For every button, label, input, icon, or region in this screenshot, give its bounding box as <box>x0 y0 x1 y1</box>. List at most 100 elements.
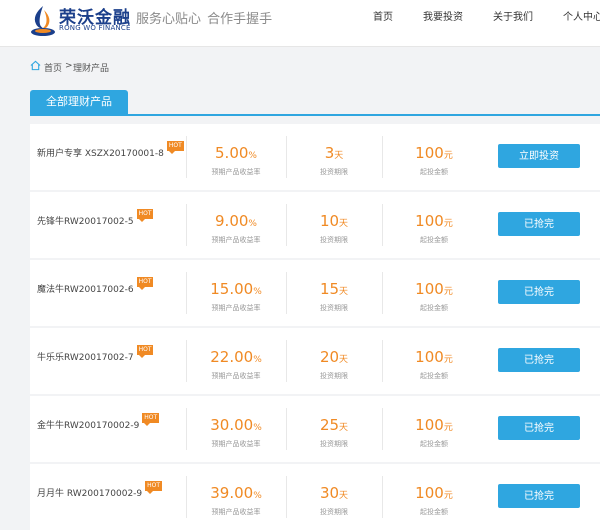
sold-out-button[interactable]: 已抢完 <box>498 484 580 508</box>
product-name[interactable]: 金牛牛RW200170002-9HOT <box>37 413 160 431</box>
product-row: 金牛牛RW200170002-9HOT 30.00% 预期产品收益率 25天 投… <box>30 396 600 462</box>
product-name[interactable]: 月月牛 RW200170002-9HOT <box>37 481 163 499</box>
product-row: 魔法牛RW20017002-6HOT 15.00% 预期产品收益率 15天 投资… <box>30 260 600 326</box>
divider <box>186 408 187 450</box>
product-name[interactable]: 先锋牛RW20017002-5HOT <box>37 209 154 227</box>
divider <box>186 340 187 382</box>
home-icon <box>30 60 41 71</box>
sold-out-button[interactable]: 已抢完 <box>498 280 580 304</box>
min-value: 100元 <box>415 416 453 434</box>
tab-all-products[interactable]: 全部理财产品 <box>30 90 128 114</box>
rate-label: 预期产品收益率 <box>211 508 261 516</box>
divider <box>286 272 287 314</box>
term-stat: 15天 投资期限 <box>302 280 366 313</box>
sold-out-button[interactable]: 已抢完 <box>498 212 580 236</box>
term-value: 20天 <box>319 348 349 366</box>
rate-label: 预期产品收益率 <box>211 304 261 312</box>
divider <box>186 476 187 518</box>
logo-mark-icon <box>31 6 55 36</box>
term-label: 投资期限 <box>320 236 348 244</box>
divider <box>186 272 187 314</box>
divider <box>382 272 383 314</box>
rate-value: 15.00% <box>210 280 262 298</box>
rate-stat: 9.00% 预期产品收益率 <box>200 212 272 245</box>
rate-value: 22.00% <box>210 348 262 366</box>
product-name[interactable]: 魔法牛RW20017002-6HOT <box>37 277 154 295</box>
term-value: 3天 <box>324 144 344 162</box>
min-label: 起投金额 <box>420 304 448 312</box>
slogan: 服务心贴心 合作手握手 <box>136 12 273 27</box>
term-stat: 25天 投资期限 <box>302 416 366 449</box>
min-value: 100元 <box>415 212 453 230</box>
divider <box>286 408 287 450</box>
min-stat: 100元 起投金额 <box>402 416 466 449</box>
min-label: 起投金额 <box>420 168 448 176</box>
rate-stat: 30.00% 预期产品收益率 <box>200 416 272 449</box>
rate-value: 30.00% <box>210 416 262 434</box>
hot-badge: HOT <box>136 277 154 290</box>
term-stat: 10天 投资期限 <box>302 212 366 245</box>
invest-button[interactable]: 立即投资 <box>498 144 580 168</box>
nav-user-center[interactable]: 个人中心 <box>563 8 600 23</box>
hot-badge: HOT <box>136 345 154 358</box>
breadcrumb-current: 理财产品 <box>73 64 110 74</box>
term-value: 25天 <box>319 416 349 434</box>
min-stat: 100元 起投金额 <box>402 212 466 245</box>
divider <box>382 136 383 178</box>
product-row: 月月牛 RW200170002-9HOT 39.00% 预期产品收益率 30天 … <box>30 464 600 530</box>
divider <box>186 204 187 246</box>
term-stat: 30天 投资期限 <box>302 484 366 517</box>
divider <box>382 204 383 246</box>
divider <box>286 136 287 178</box>
term-stat: 20天 投资期限 <box>302 348 366 381</box>
hot-badge: HOT <box>136 209 154 222</box>
nav-invest[interactable]: 我要投资 <box>423 8 463 23</box>
rate-value: 39.00% <box>210 484 262 502</box>
min-label: 起投金额 <box>420 508 448 516</box>
rate-stat: 15.00% 预期产品收益率 <box>200 280 272 313</box>
min-label: 起投金额 <box>420 236 448 244</box>
hot-badge: HOT <box>145 481 163 494</box>
rate-label: 预期产品收益率 <box>211 236 261 244</box>
term-value: 30天 <box>319 484 349 502</box>
term-label: 投资期限 <box>320 304 348 312</box>
term-value: 10天 <box>319 212 349 230</box>
term-stat: 3天 投资期限 <box>302 144 366 177</box>
product-row: 新用户专享 XSZX20170001-8HOT 5.00% 预期产品收益率 3天… <box>30 124 600 190</box>
product-name[interactable]: 新用户专享 XSZX20170001-8HOT <box>37 141 184 159</box>
divider <box>186 136 187 178</box>
nav-home[interactable]: 首页 <box>373 8 393 23</box>
product-row: 先锋牛RW20017002-5HOT 9.00% 预期产品收益率 10天 投资期… <box>30 192 600 258</box>
min-value: 100元 <box>415 484 453 502</box>
logo[interactable]: 荣沃金融 RONG WO FINANCE <box>28 3 131 41</box>
min-stat: 100元 起投金额 <box>402 484 466 517</box>
rate-label: 预期产品收益率 <box>211 372 261 380</box>
min-stat: 100元 起投金额 <box>402 348 466 381</box>
logo-subtext: RONG WO FINANCE <box>59 24 131 32</box>
term-label: 投资期限 <box>320 372 348 380</box>
hot-badge: HOT <box>142 413 160 426</box>
product-name[interactable]: 牛乐乐RW20017002-7HOT <box>37 345 154 363</box>
divider <box>382 340 383 382</box>
rate-stat: 5.00% 预期产品收益率 <box>200 144 272 177</box>
tab-underline <box>30 114 600 116</box>
rate-value: 5.00% <box>215 144 257 162</box>
hot-badge: HOT <box>166 141 184 154</box>
breadcrumb-home[interactable]: 首页 <box>44 61 62 74</box>
divider <box>382 476 383 518</box>
breadcrumb-separator: > <box>65 61 73 71</box>
divider <box>286 340 287 382</box>
min-label: 起投金额 <box>420 372 448 380</box>
rate-label: 预期产品收益率 <box>211 440 261 448</box>
term-label: 投资期限 <box>320 168 348 176</box>
min-value: 100元 <box>415 280 453 298</box>
divider <box>382 408 383 450</box>
sold-out-button[interactable]: 已抢完 <box>498 348 580 372</box>
term-value: 15天 <box>319 280 349 298</box>
rate-value: 9.00% <box>215 212 257 230</box>
sold-out-button[interactable]: 已抢完 <box>498 416 580 440</box>
min-stat: 100元 起投金额 <box>402 280 466 313</box>
term-label: 投资期限 <box>320 508 348 516</box>
nav-about[interactable]: 关于我们 <box>493 8 533 23</box>
product-row: 牛乐乐RW20017002-7HOT 22.00% 预期产品收益率 20天 投资… <box>30 328 600 394</box>
